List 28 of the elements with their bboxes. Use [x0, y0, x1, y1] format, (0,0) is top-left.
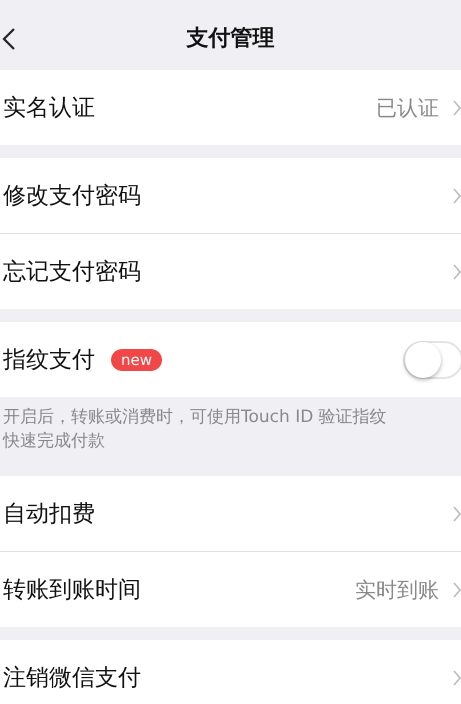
settings-row[interactable]: 实名认证 已认证: [0, 70, 461, 145]
chevron-icon: [453, 264, 461, 280]
chevron-icon: [453, 670, 461, 686]
row-label: 转账到账时间: [3, 576, 141, 605]
settings-row[interactable]: 注销微信支付: [0, 640, 461, 704]
row-label: 修改支付密码: [3, 182, 141, 211]
row-value: 已认证: [376, 94, 439, 122]
row-value: 实时到账: [355, 576, 439, 604]
new-badge: new: [111, 348, 162, 370]
row-label: 忘记支付密码: [3, 258, 141, 287]
hint-text: 开启后，转账或消费时，可使用Touch ID 验证指纹: [3, 406, 388, 429]
settings-row[interactable]: 自动扣费: [0, 476, 461, 551]
row-label: 指纹支付: [3, 346, 95, 375]
row-label: 注销微信支付: [3, 664, 141, 693]
page-title: 支付管理: [186, 25, 274, 53]
back-icon[interactable]: [2, 28, 16, 50]
chevron-icon: [453, 582, 461, 598]
chevron-icon: [453, 188, 461, 204]
settings-row[interactable]: 修改支付密码: [0, 158, 461, 233]
chevron-icon: [453, 100, 461, 116]
settings-row[interactable]: 转账到账时间 实时到账: [0, 551, 461, 627]
chevron-icon: [453, 506, 461, 522]
hint-text: 快速完成付款: [3, 430, 106, 453]
settings-row[interactable]: 忘记支付密码: [0, 233, 461, 309]
settings-row[interactable]: 指纹支付 new: [0, 322, 461, 397]
row-label: 实名认证: [3, 94, 95, 123]
toggle-switch[interactable]: [403, 340, 461, 378]
row-label: 自动扣费: [3, 500, 95, 529]
